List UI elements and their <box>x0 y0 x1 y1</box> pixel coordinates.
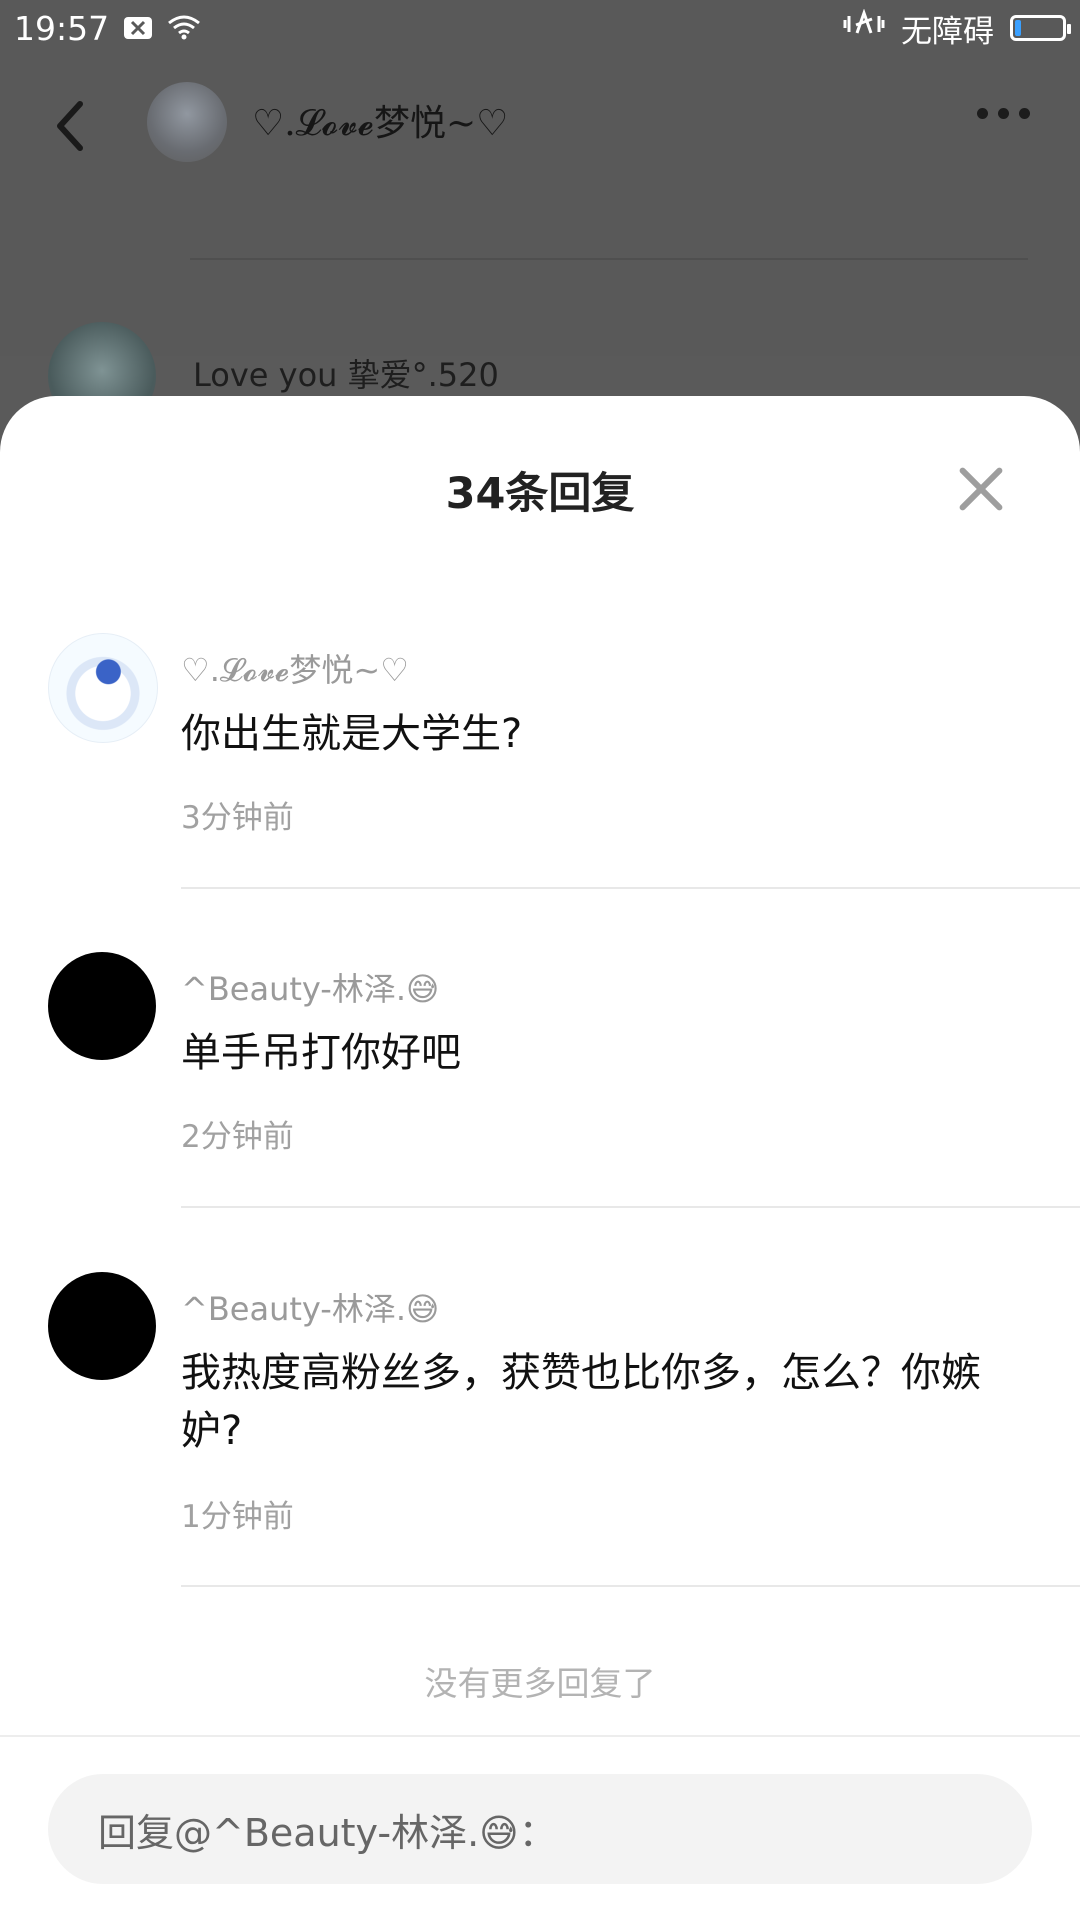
no-more-replies: 没有更多回复了 <box>424 1664 656 1703</box>
avatar[interactable] <box>48 1272 156 1380</box>
close-icon[interactable] <box>956 464 1006 514</box>
reply-divider <box>181 1585 1080 1587</box>
background-page-title: ♡.𝓛𝓸𝓿𝓮梦悦~♡ <box>252 103 509 144</box>
accessibility-label: 无障碍 <box>901 13 994 50</box>
background-avatar[interactable] <box>147 82 227 162</box>
reply-author[interactable]: ♡.𝓛𝓸𝓿𝓮梦悦~♡ <box>181 645 409 691</box>
reply-divider <box>181 887 1080 889</box>
reply-text: 单手吊打你好吧 <box>181 1030 461 1076</box>
vibrate-icon <box>843 8 885 47</box>
battery-icon <box>1010 15 1071 41</box>
more-dots-icon[interactable] <box>977 108 1030 119</box>
reply-author[interactable]: ^Beauty-林泽.😅 <box>181 1284 439 1330</box>
reply-text: 我热度高粉丝多，获赞也比你多，怎么？你嫉妒? <box>181 1350 981 1454</box>
status-time: 19:57 <box>14 8 110 48</box>
reply-input[interactable]: 回复@^Beauty-林泽.😅： <box>48 1774 1032 1884</box>
avatar[interactable] <box>48 633 158 743</box>
reply-author[interactable]: ^Beauty-林泽.😅 <box>181 964 439 1010</box>
replies-sheet: 34条回复 ♡.𝓛𝓸𝓿𝓮梦悦~♡ 你出生就是大学生? 3分钟前 ^Beauty-… <box>0 396 1080 1920</box>
wifi-icon <box>167 9 201 48</box>
reply-time: 3分钟前 <box>181 800 294 836</box>
silent-sim-icon <box>123 9 153 48</box>
back-arrow-icon[interactable] <box>46 96 96 156</box>
reply-time: 2分钟前 <box>181 1119 294 1155</box>
background-comment-author: Love you 挚爱°.520 <box>193 356 499 394</box>
avatar[interactable] <box>48 952 156 1060</box>
reply-divider <box>181 1206 1080 1208</box>
status-bar: 19:57 无障碍 <box>0 0 1080 56</box>
sheet-title: 34条回复 <box>445 469 635 519</box>
background-divider <box>190 258 1028 260</box>
reply-text: 你出生就是大学生? <box>181 711 523 757</box>
input-divider <box>0 1735 1080 1737</box>
reply-time: 1分钟前 <box>181 1499 294 1535</box>
